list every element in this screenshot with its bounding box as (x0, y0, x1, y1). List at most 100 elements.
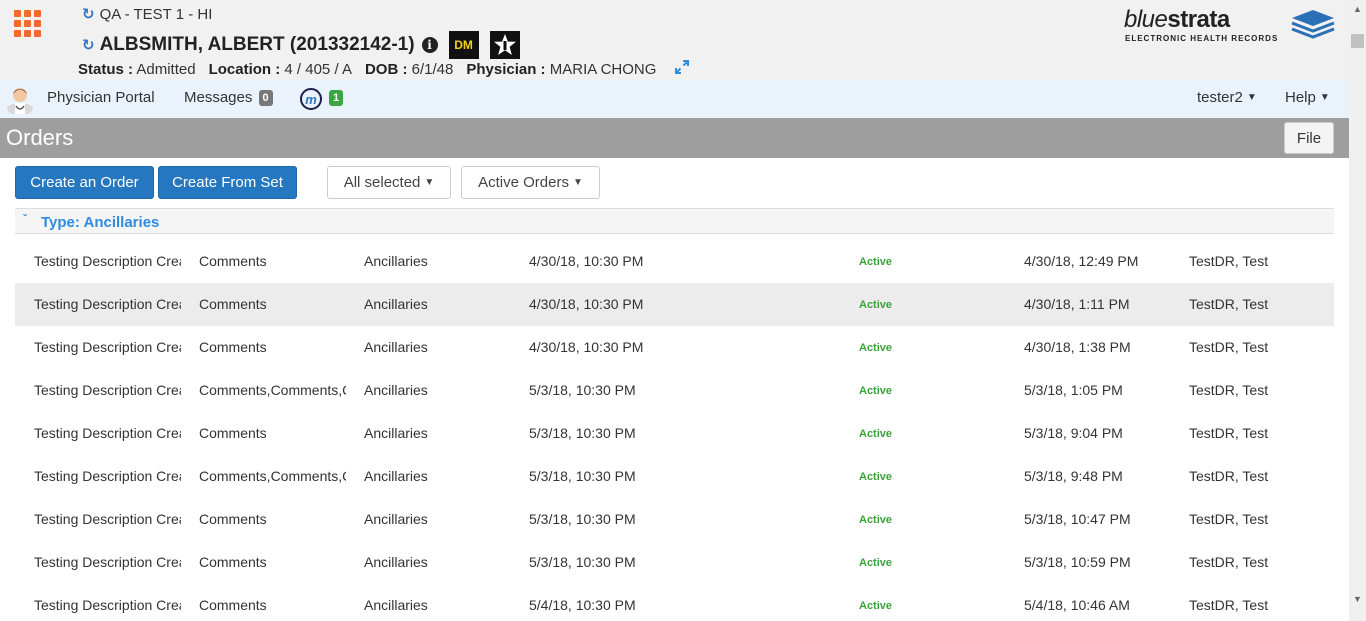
logo-text-blue: blue (1124, 6, 1168, 33)
table-row[interactable]: Testing Description Created Comments Ancil… (15, 541, 1334, 584)
m-app-icon[interactable]: m (300, 88, 322, 110)
table-row[interactable]: Testing Description Created Comments,Comm… (15, 455, 1334, 498)
scrollbar-thumb[interactable] (1351, 34, 1364, 48)
type-filter-dropdown[interactable]: All selected ▼ (327, 166, 451, 199)
order-status: Active (859, 557, 893, 569)
physician-portal-link[interactable]: Physician Portal (47, 89, 155, 106)
order-status: Active (859, 600, 893, 612)
orders-table: Testing Description Created Comments Ancil… (15, 240, 1334, 621)
type-filter-label: All selected (343, 174, 421, 191)
info-icon[interactable]: i (421, 37, 438, 53)
table-row[interactable]: Testing Description Created Comments Ancil… (15, 283, 1334, 326)
caret-down-icon: ▼ (572, 177, 583, 188)
app-launcher-icon[interactable] (14, 10, 41, 37)
order-description: Testing Description Created (34, 511, 181, 527)
caret-down-icon: ▼ (424, 177, 435, 188)
order-status: Active (859, 471, 893, 483)
messages-link[interactable]: Messages 0 (184, 89, 273, 106)
chevron-down-icon[interactable]: ˇ (23, 212, 27, 226)
order-entered-by: TestDR, Test (1189, 597, 1269, 613)
group-title: Type: Ancillaries (41, 214, 160, 231)
page-title-bar: Orders File (0, 118, 1349, 158)
order-comments: Comments,Comments,Comments (199, 468, 346, 484)
caret-down-icon: ▼ (1319, 92, 1330, 103)
m-count-link[interactable]: 1 (327, 89, 344, 106)
order-entered-by: TestDR, Test (1189, 382, 1269, 398)
order-description: Testing Description Created (34, 339, 181, 355)
order-description: Testing Description Created (34, 296, 181, 312)
table-row[interactable]: Testing Description Created Comments,Comm… (15, 369, 1334, 412)
physician-avatar-icon[interactable] (6, 84, 34, 114)
order-type: Ancillaries (364, 339, 428, 355)
order-description: Testing Description Created (34, 425, 181, 441)
location-label: Location : (208, 60, 281, 78)
logo-subtitle: ELECTRONIC HEALTH RECORDS (1125, 34, 1279, 43)
order-entered-time: 5/3/18, 1:05 PM (1024, 382, 1123, 398)
table-row[interactable]: Testing Description Created Comments Ancil… (15, 412, 1334, 455)
order-description: Testing Description Created (34, 253, 181, 269)
order-start-time: 4/30/18, 10:30 PM (529, 296, 644, 312)
order-entered-time: 5/3/18, 10:59 PM (1024, 554, 1131, 570)
create-order-button[interactable]: Create an Order (15, 166, 154, 199)
messages-count-badge: 0 (258, 90, 273, 106)
order-type: Ancillaries (364, 425, 428, 441)
user-menu[interactable]: tester2 ▼ (1197, 89, 1257, 106)
page-title: Orders (6, 125, 74, 150)
refresh-icon[interactable]: ↻ (82, 36, 95, 54)
vertical-scrollbar[interactable]: ▲ ▼ (1349, 0, 1366, 621)
order-entered-time: 4/30/18, 1:38 PM (1024, 339, 1131, 355)
refresh-icon[interactable]: ↻ (82, 5, 95, 23)
order-start-time: 4/30/18, 10:30 PM (529, 339, 644, 355)
table-row[interactable]: Testing Description Created Comments Ancil… (15, 326, 1334, 369)
order-description: Testing Description Created (34, 468, 181, 484)
help-label: Help (1285, 89, 1316, 106)
order-status: Active (859, 385, 893, 397)
order-entered-time: 4/30/18, 12:49 PM (1024, 253, 1139, 269)
dob-label: DOB : (364, 60, 408, 78)
location-value: 4 / 405 / A (284, 60, 352, 78)
order-start-time: 5/3/18, 10:30 PM (529, 382, 636, 398)
order-type: Ancillaries (364, 253, 428, 269)
order-type: Ancillaries (364, 296, 428, 312)
physician-value: MARIA CHONG (549, 60, 657, 78)
order-comments: Comments,Comments,Comments (199, 382, 346, 398)
order-entered-time: 5/4/18, 10:46 AM (1024, 597, 1130, 613)
logo-text-strata: strata (1167, 6, 1230, 33)
file-button[interactable]: File (1284, 122, 1334, 154)
table-row[interactable]: Testing Description Created Comments Ancil… (15, 240, 1334, 283)
create-from-set-button[interactable]: Create From Set (158, 166, 297, 199)
order-start-time: 4/30/18, 10:30 PM (529, 253, 644, 269)
m-count-badge: 1 (329, 90, 344, 106)
order-entered-time: 5/3/18, 9:04 PM (1024, 425, 1123, 441)
patient-demographics: Status : Admitted Location : 4 / 405 / A… (78, 60, 690, 78)
order-comments: Comments (199, 296, 267, 312)
scroll-up-icon[interactable]: ▲ (1349, 0, 1366, 17)
order-entered-by: TestDR, Test (1189, 425, 1269, 441)
order-entered-by: TestDR, Test (1189, 253, 1269, 269)
status-filter-dropdown[interactable]: Active Orders ▼ (461, 166, 600, 199)
user-name: tester2 (1197, 89, 1243, 106)
order-comments: Comments (199, 425, 267, 441)
status-value: Admitted (136, 60, 196, 78)
order-comments: Comments (199, 597, 267, 613)
order-description: Testing Description Created (34, 382, 181, 398)
order-type: Ancillaries (364, 468, 428, 484)
table-row[interactable]: Testing Description Created Comments Ancil… (15, 498, 1334, 541)
star-badge-icon[interactable] (489, 31, 520, 59)
table-row[interactable]: Testing Description Created Comments Ancil… (15, 584, 1334, 621)
order-status: Active (859, 256, 893, 268)
dm-badge[interactable]: DM (448, 31, 479, 59)
order-entered-time: 4/30/18, 1:11 PM (1024, 296, 1130, 312)
order-status: Active (859, 428, 893, 440)
order-entered-by: TestDR, Test (1189, 511, 1269, 527)
scroll-down-icon[interactable]: ▼ (1349, 590, 1366, 607)
order-entered-by: TestDR, Test (1189, 296, 1269, 312)
order-comments: Comments (199, 253, 267, 269)
group-header-ancillaries[interactable]: ˇ Type: Ancillaries (15, 208, 1334, 234)
order-description: Testing Description Created (34, 554, 181, 570)
order-entered-time: 5/3/18, 9:48 PM (1024, 468, 1123, 484)
expand-icon[interactable] (675, 60, 690, 78)
help-menu[interactable]: Help ▼ (1285, 89, 1330, 106)
status-filter-label: Active Orders (478, 174, 569, 191)
order-comments: Comments (199, 554, 267, 570)
